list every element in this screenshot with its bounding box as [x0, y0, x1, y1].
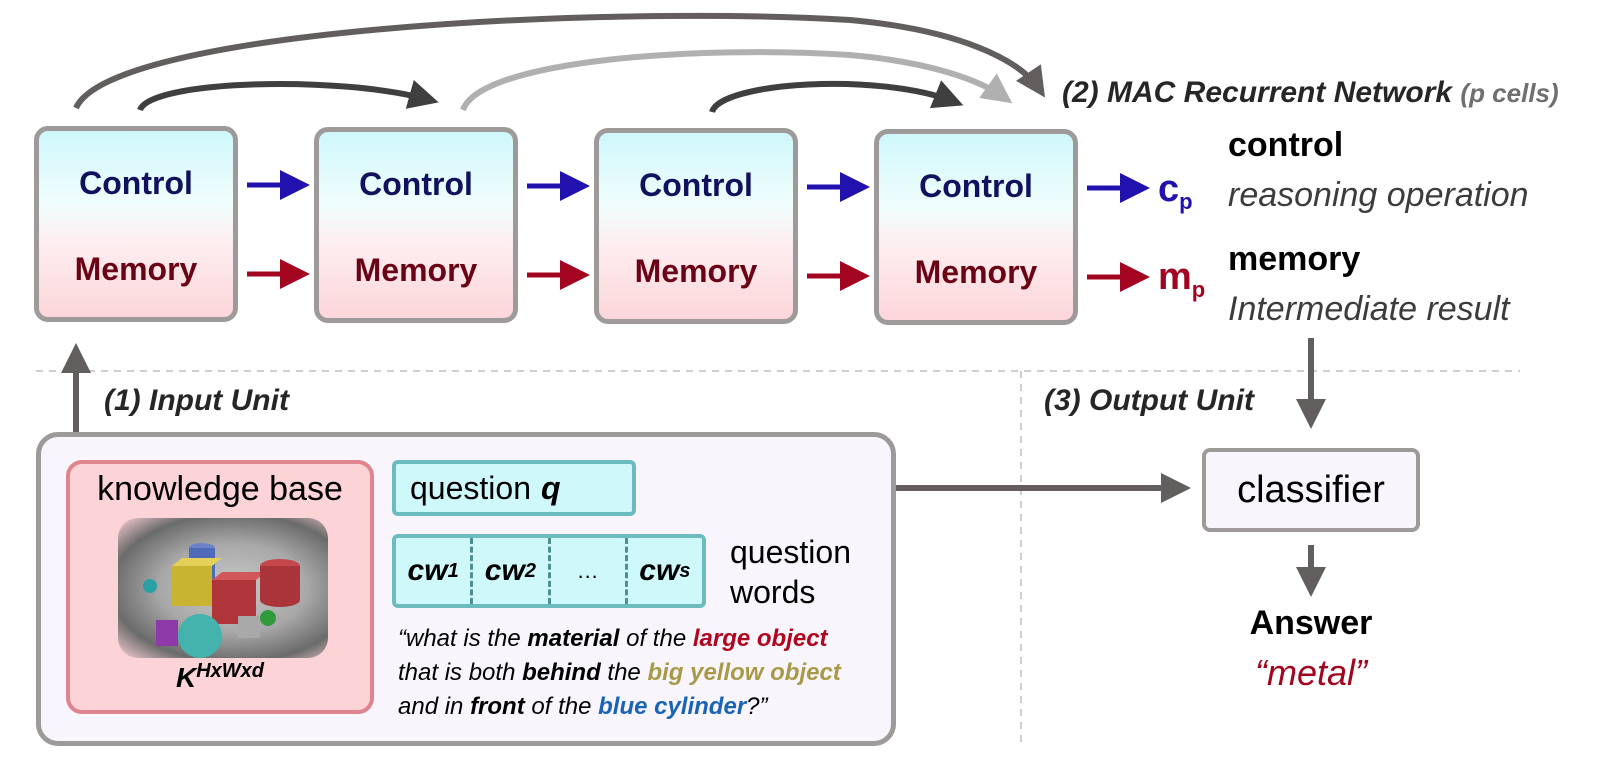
legend-memory-title: memory: [1228, 240, 1361, 278]
contextual-word: cw s: [639, 554, 691, 587]
kb-var-symbol: K: [175, 662, 197, 693]
control-output-symbol: cp: [1158, 168, 1193, 215]
legend-memory-desc: Intermediate result: [1228, 290, 1510, 328]
contextual-word: cw 1: [396, 538, 474, 604]
skip-arc-3-4: [709, 80, 964, 114]
question-keyword: front: [470, 693, 525, 720]
cell-control-label: Control: [639, 167, 753, 203]
question-words-label: question words: [730, 532, 851, 612]
question-keyword: material: [527, 625, 620, 652]
small-cyan-sphere: [143, 579, 157, 593]
output-unit-title: (3) Output Unit: [1044, 384, 1254, 417]
answer-label: Answer: [1249, 604, 1373, 642]
question-text-segment: of the: [524, 693, 599, 720]
purple-cylinder: [156, 620, 178, 646]
legend-control-title: control: [1228, 126, 1344, 164]
mac-network-title-text: (2) MAC Recurrent Network: [1062, 76, 1453, 109]
question-words-line: question: [730, 534, 851, 570]
question-text-segment: the: [600, 659, 648, 686]
question-box: question q: [392, 460, 636, 516]
mac-cell-4: Control Memory: [874, 129, 1078, 325]
cell-control-label: Control: [79, 165, 193, 201]
contextual-word-ellipsis: …: [551, 538, 628, 604]
knowledge-base-variable: KHxWxd: [70, 660, 370, 694]
kb-var-dims: HxWxd: [196, 660, 265, 682]
answer-value: “metal”: [1254, 652, 1367, 693]
mac-cell-2: Control Memory: [314, 127, 518, 323]
cell-control-label: Control: [919, 168, 1033, 204]
cell-memory-label: Memory: [354, 252, 478, 288]
cell-memory-label: Memory: [634, 253, 758, 289]
scene-illustration: [143, 543, 300, 658]
question-text-line: that is both behind the big yellow objec…: [398, 656, 841, 690]
memory-symbol: m: [1158, 256, 1192, 298]
cell-control-label: Control: [359, 166, 473, 202]
question-label: question: [410, 470, 531, 506]
legend-control-desc: reasoning operation: [1228, 176, 1529, 214]
contextual-words-box: cw 1 cw 2 … cw s: [392, 534, 706, 608]
question-text-segment: that is both: [398, 659, 523, 686]
mac-cell-1: Control Memory: [34, 126, 238, 322]
clevr-scene-image: [118, 518, 328, 658]
mac-network-title-suffix: (p cells): [1460, 78, 1559, 108]
question-keyword: blue cylinder: [598, 693, 747, 720]
question-keyword: large object: [692, 625, 828, 652]
question-text-segment: “what is the: [398, 625, 528, 652]
classifier-box: classifier: [1202, 448, 1420, 532]
question-text-segment: of the: [619, 625, 693, 652]
contextual-word: cw 2: [473, 538, 551, 604]
example-question-text: “what is the material of the large objec…: [398, 622, 841, 724]
cell-memory-label: Memory: [914, 254, 1038, 290]
gray-cylinder: [238, 616, 260, 638]
question-keyword: behind: [522, 659, 601, 686]
control-subscript: p: [1179, 189, 1193, 214]
skip-arc-light: [460, 49, 1013, 112]
control-symbol: c: [1158, 168, 1180, 210]
skip-arc-1-2: [137, 79, 439, 112]
teal-sphere: [178, 614, 222, 658]
question-text-line: “what is the material of the large objec…: [398, 622, 841, 656]
cell-memory-label: Memory: [74, 251, 198, 287]
mac-network-title: (2) MAC Recurrent Network (p cells): [1062, 76, 1559, 110]
input-unit-title: (1) Input Unit: [104, 384, 289, 417]
yellow-cube: [172, 566, 212, 606]
question-words-line: words: [730, 574, 816, 610]
memory-subscript: p: [1191, 277, 1206, 302]
question-text-segment: and in: [398, 693, 471, 720]
knowledge-base-box: knowledge base KHxWxd: [66, 460, 374, 714]
question-keyword: big yellow object: [647, 659, 841, 686]
green-sphere: [260, 610, 276, 626]
question-text-line: and in front of the blue cylinder?”: [398, 690, 841, 724]
knowledge-base-label: knowledge base: [97, 470, 343, 508]
memory-output-symbol: mp: [1158, 256, 1205, 303]
mac-cell-3: Control Memory: [594, 128, 798, 324]
question-text-segment: ?”: [746, 693, 768, 720]
question-variable: q: [540, 470, 561, 506]
